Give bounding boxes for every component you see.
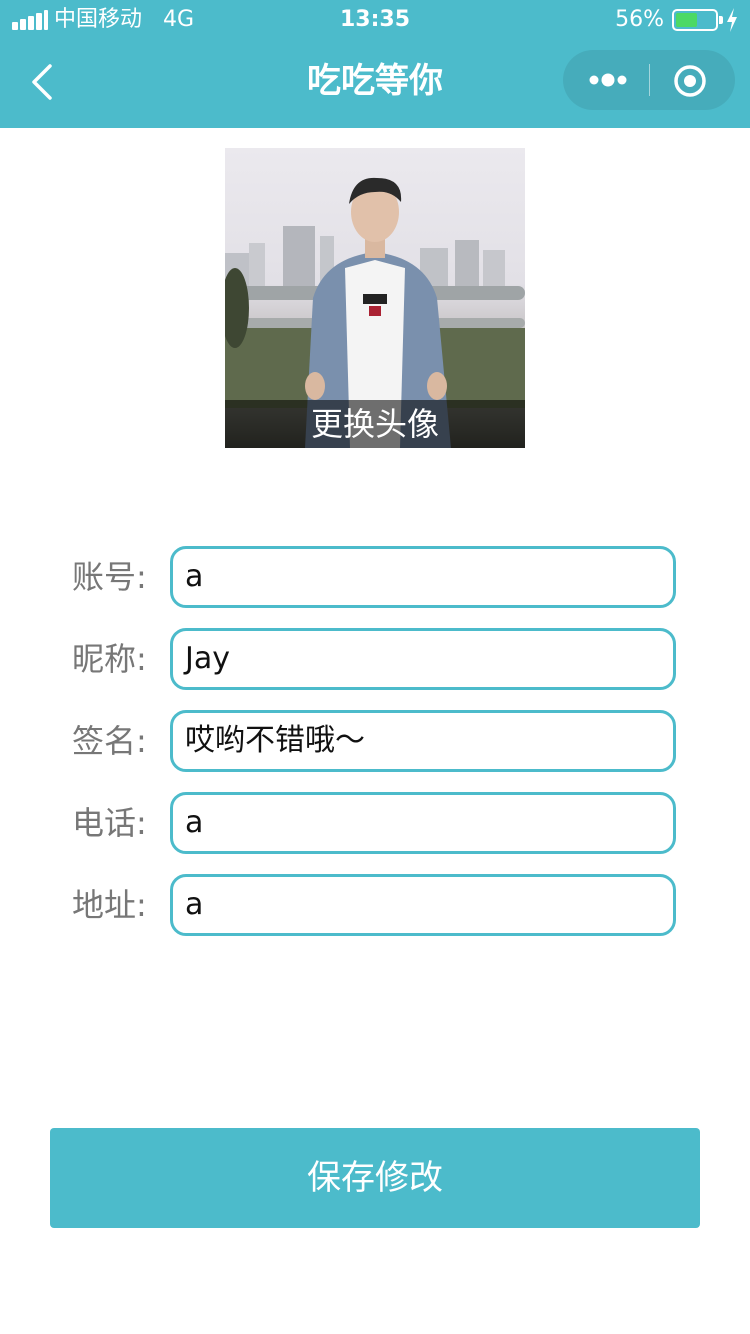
mini-program-capsule — [563, 50, 735, 110]
more-dots-icon[interactable] — [585, 64, 631, 96]
account-input[interactable]: a — [170, 546, 676, 608]
signature-input[interactable]: 哎哟不错哦～ — [170, 710, 676, 772]
form-row-phone: 电话: a — [0, 792, 750, 854]
capsule-divider — [649, 64, 650, 96]
save-button[interactable]: 保存修改 — [50, 1128, 700, 1228]
top-bar: 中国移动 4G 13:35 56% 吃吃等你 — [0, 0, 750, 128]
account-label: 账号: — [72, 558, 147, 596]
target-icon[interactable] — [673, 64, 707, 98]
battery-percent: 56% — [615, 7, 664, 32]
nickname-input[interactable]: Jay — [170, 628, 676, 690]
address-input[interactable]: a — [170, 874, 676, 936]
phone-input[interactable]: a — [170, 792, 676, 854]
charging-bolt-icon — [727, 8, 737, 32]
status-bar: 中国移动 4G 13:35 56% — [0, 0, 750, 40]
battery-icon — [672, 9, 723, 31]
form-row-nickname: 昵称: Jay — [0, 628, 750, 690]
form-row-signature: 签名: 哎哟不错哦～ — [0, 710, 750, 772]
change-avatar-label[interactable]: 更换头像 — [225, 400, 525, 448]
battery-fill — [676, 13, 697, 27]
phone-label: 电话: — [72, 804, 147, 842]
nickname-label: 昵称: — [72, 640, 147, 678]
avatar[interactable]: 更换头像 — [225, 148, 525, 448]
form-row-account: 账号: a — [0, 546, 750, 608]
address-label: 地址: — [72, 886, 147, 924]
form-row-address: 地址: a — [0, 874, 750, 936]
signature-label: 签名: — [72, 722, 147, 760]
